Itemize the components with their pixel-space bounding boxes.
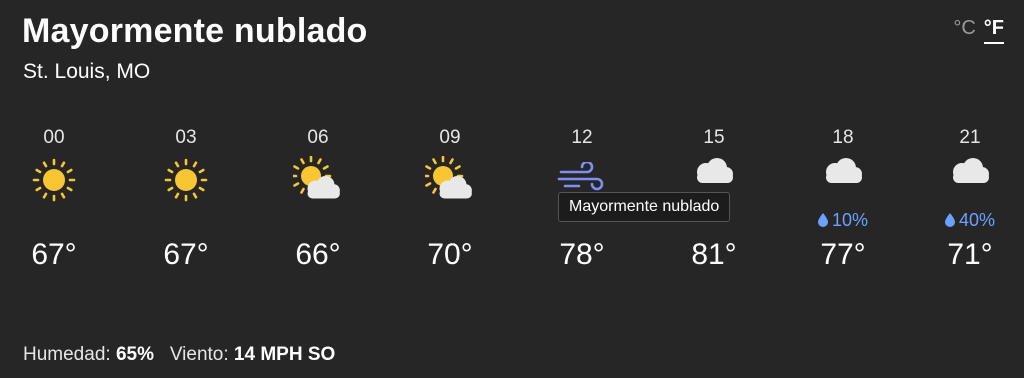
humidity-label: Humedad: (23, 344, 111, 365)
hour-temp: 81° (691, 238, 737, 271)
cloud-icon (910, 156, 1024, 218)
hour-temp: 67° (31, 238, 77, 271)
hour-time: 21 (959, 127, 981, 148)
sun-icon (0, 156, 114, 218)
hour-time: 09 (439, 127, 461, 148)
hour-temp: 77° (820, 238, 866, 271)
hour-time: 18 (832, 127, 854, 148)
hour-column[interactable]: 03 67° (126, 126, 246, 271)
hour-column[interactable]: 06 66° (258, 126, 378, 271)
hour-time: 12 (571, 127, 593, 148)
precip-chance: 10% (783, 210, 903, 231)
details-line: Humedad: 65% Viento: 14 MPH SO (23, 344, 335, 366)
hour-time: 03 (175, 127, 197, 148)
cloud-icon (783, 156, 903, 218)
hour-temp: 67° (163, 238, 209, 271)
hour-time: 15 (703, 127, 725, 148)
hour-column[interactable]: 18 10% 77° (783, 126, 903, 271)
hour-temp: 70° (427, 238, 473, 271)
condition-tooltip: Mayormente nublado (558, 192, 731, 222)
hour-column[interactable]: 00 67° (0, 126, 114, 271)
hourly-forecast: 00 67° 03 67° 06 66° 09 70° 12 78° 15 81… (0, 0, 1024, 300)
wind-value: 14 MPH SO (233, 344, 336, 365)
raindrop-icon (944, 210, 959, 230)
sun-icon (126, 156, 246, 218)
hour-temp: 71° (947, 238, 993, 271)
humidity-value: 65% (115, 344, 154, 365)
hour-temp: 66° (295, 238, 341, 271)
raindrop-icon (817, 210, 832, 230)
precip-chance: 40% (910, 210, 1024, 231)
hour-time: 00 (43, 127, 65, 148)
hour-column[interactable]: 21 40% 71° (910, 126, 1024, 271)
hour-time: 06 (307, 127, 329, 148)
wind-label: Viento: (169, 344, 229, 365)
hour-temp: 78° (559, 238, 605, 271)
partly-cloudy-icon (390, 156, 510, 218)
hour-column[interactable]: 09 70° (390, 126, 510, 271)
partly-cloudy-icon (258, 156, 378, 218)
weather-widget: Mayormente nublado St. Louis, MO °C °F 0… (0, 0, 1024, 378)
